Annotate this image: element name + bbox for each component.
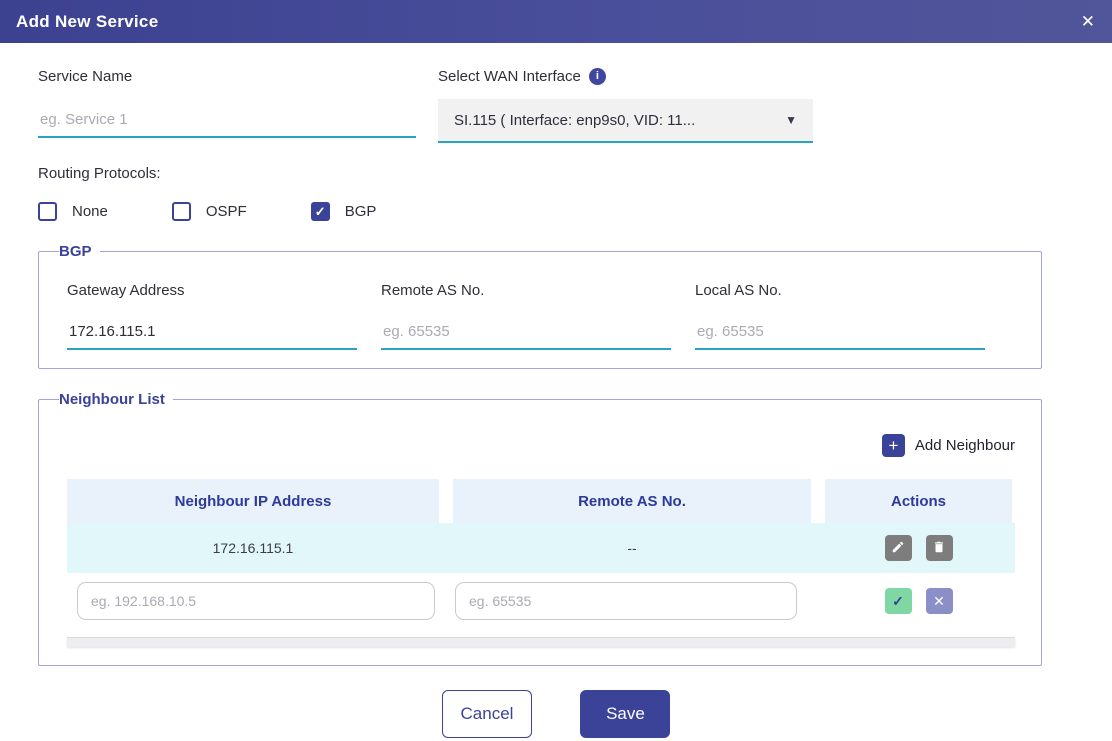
row-remote-as: --: [453, 523, 811, 573]
wan-interface-selected-value: SI.115 ( Interface: enp9s0, VID: 11...: [454, 112, 695, 129]
service-name-input[interactable]: [38, 101, 416, 138]
x-icon: ✕: [933, 594, 945, 608]
plus-icon[interactable]: +: [882, 434, 905, 457]
row-neighbour-ip: 172.16.115.1: [67, 523, 439, 573]
checkbox-group-none[interactable]: None: [38, 202, 108, 221]
neighbour-list-legend: Neighbour List: [59, 391, 173, 408]
gateway-address-input[interactable]: [67, 313, 357, 350]
bgp-checkbox[interactable]: ✓: [311, 202, 330, 221]
add-neighbour-label: Add Neighbour: [915, 437, 1015, 454]
bgp-fieldset: BGP Gateway Address Remote AS No. Local …: [38, 243, 1042, 369]
header-neighbour-ip: Neighbour IP Address: [67, 479, 439, 523]
header-actions: Actions: [825, 479, 1012, 523]
check-icon: ✓: [892, 594, 904, 608]
modal-title: Add New Service: [16, 12, 158, 32]
add-new-service-modal: Add New Service ✕ Service Name Select WA…: [0, 0, 1112, 738]
bgp-checkbox-label: BGP: [345, 203, 377, 220]
pencil-icon: [891, 540, 905, 556]
edit-button[interactable]: [885, 535, 912, 561]
discard-neighbour-button[interactable]: ✕: [926, 588, 953, 614]
save-button[interactable]: Save: [580, 690, 670, 738]
row-actions: [825, 523, 1012, 573]
routing-protocols-label: Routing Protocols:: [38, 165, 1074, 182]
remote-as-group: Remote AS No.: [381, 274, 671, 350]
remote-as-label: Remote AS No.: [381, 282, 671, 299]
service-name-group: Service Name: [38, 57, 416, 143]
local-as-group: Local AS No.: [695, 274, 985, 350]
trash-icon: [932, 540, 946, 556]
modal-body: Service Name Select WAN Interface i SI.1…: [0, 43, 1112, 738]
wan-interface-select[interactable]: SI.115 ( Interface: enp9s0, VID: 11... ▼: [438, 99, 813, 143]
service-name-label: Service Name: [38, 65, 416, 87]
cancel-button[interactable]: Cancel: [442, 690, 533, 738]
header-remote-as: Remote AS No.: [453, 479, 811, 523]
ospf-checkbox-label: OSPF: [206, 203, 247, 220]
table-input-row: ✓ ✕: [67, 573, 1015, 629]
confirm-neighbour-button[interactable]: ✓: [885, 588, 912, 614]
modal-header: Add New Service ✕: [0, 0, 1112, 43]
delete-button[interactable]: [926, 535, 953, 561]
bgp-legend: BGP: [59, 243, 100, 260]
wan-interface-label: Select WAN Interface i: [438, 65, 813, 87]
gateway-address-label: Gateway Address: [67, 282, 357, 299]
neighbour-list-fieldset: Neighbour List + Add Neighbour Neighbour…: [38, 391, 1042, 666]
neighbour-table: Neighbour IP Address Remote AS No. Actio…: [67, 479, 1015, 647]
neighbour-ip-input[interactable]: [77, 582, 435, 620]
none-checkbox-label: None: [72, 203, 108, 220]
horizontal-scrollbar[interactable]: [67, 637, 1015, 647]
modal-footer: Cancel Save: [38, 690, 1074, 738]
checkbox-group-bgp[interactable]: ✓ BGP: [311, 202, 377, 221]
gateway-address-group: Gateway Address: [67, 274, 357, 350]
local-as-input[interactable]: [695, 313, 985, 350]
checkbox-group-ospf[interactable]: OSPF: [172, 202, 247, 221]
wan-interface-group: Select WAN Interface i SI.115 ( Interfac…: [438, 57, 813, 143]
routing-protocols-options: None OSPF ✓ BGP: [38, 202, 1074, 221]
chevron-down-icon: ▼: [785, 113, 797, 127]
none-checkbox[interactable]: [38, 202, 57, 221]
neighbour-as-input[interactable]: [455, 582, 797, 620]
wan-interface-label-text: Select WAN Interface: [438, 68, 581, 85]
remote-as-input[interactable]: [381, 313, 671, 350]
ospf-checkbox[interactable]: [172, 202, 191, 221]
close-icon[interactable]: ✕: [1081, 13, 1095, 30]
new-row-actions: ✓ ✕: [825, 573, 1012, 629]
info-icon[interactable]: i: [589, 68, 606, 85]
add-neighbour-button[interactable]: + Add Neighbour: [67, 434, 1015, 457]
table-row: 172.16.115.1 --: [67, 523, 1015, 573]
neighbour-table-header: Neighbour IP Address Remote AS No. Actio…: [67, 479, 1015, 523]
local-as-label: Local AS No.: [695, 282, 985, 299]
